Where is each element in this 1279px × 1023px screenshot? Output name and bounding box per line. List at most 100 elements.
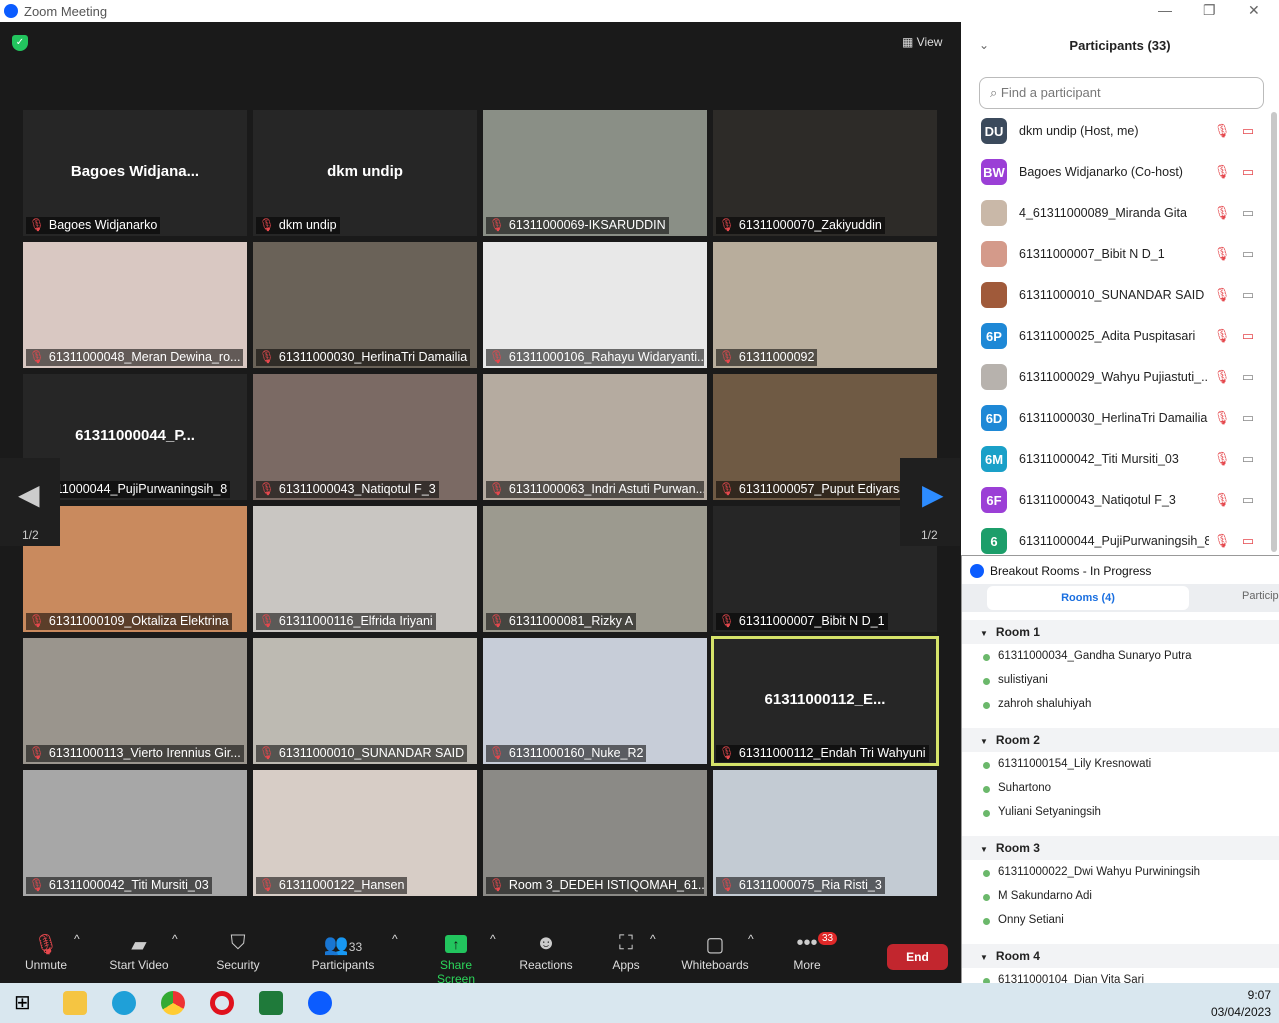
video-off-icon[interactable]: ▭ — [1235, 328, 1261, 344]
breakout-room-header[interactable]: ▼ Room 3 — [962, 836, 1279, 860]
mic-muted-icon[interactable]: 🎙 — [1209, 328, 1235, 344]
participant-row[interactable]: BW Bagoes Widjanarko (Co-host) 🎙 ▭ — [981, 157, 1261, 187]
video-tile[interactable]: 🎙 61311000063_Indri Astuti Purwan... — [483, 374, 707, 500]
video-tile[interactable]: 🎙 61311000092 — [713, 242, 937, 368]
participant-row[interactable]: 4_61311000089_Miranda Gita 🎙 ▭ — [981, 198, 1261, 228]
audio-options-caret[interactable]: ^ — [74, 932, 80, 946]
participant-name: 61311000007_Bibit N D_1 — [1019, 247, 1165, 261]
previous-page-button[interactable]: ◀ 1/2 — [0, 458, 60, 546]
share-options-caret[interactable]: ^ — [490, 932, 496, 946]
grid-icon: ▦ — [902, 35, 917, 49]
next-page-button[interactable]: ▶ 1/2 — [900, 458, 960, 546]
video-tile[interactable]: 🎙 Room 3_DEDEH ISTIQOMAH_61... — [483, 770, 707, 896]
excel-icon[interactable] — [259, 991, 283, 1015]
whiteboards-options-caret[interactable]: ^ — [748, 932, 754, 946]
video-icon[interactable]: ▭ — [1235, 205, 1261, 221]
video-tile[interactable]: 🎙 61311000010_SUNANDAR SAID — [253, 638, 477, 764]
participant-search-input[interactable]: ⌕ Find a participant — [979, 77, 1264, 109]
video-tile[interactable]: 🎙 61311000113_Vierto Irennius Gir... — [23, 638, 247, 764]
video-tile[interactable]: 🎙 61311000081_Rizky A — [483, 506, 707, 632]
mic-muted-icon[interactable]: 🎙 — [1209, 246, 1235, 262]
participant-name: 61311000010_SUNANDAR SAID — [1019, 288, 1205, 302]
whiteboards-button[interactable]: ▢ Whiteboards — [680, 932, 750, 972]
video-tile[interactable]: 🎙 61311000048_Meran Dewina_ro... — [23, 242, 247, 368]
video-tile[interactable]: 🎙 61311000069-IKSARUDDIN — [483, 110, 707, 236]
participants-options-caret[interactable]: ^ — [392, 932, 398, 946]
participant-row[interactable]: 61311000007_Bibit N D_1 🎙 ▭ — [981, 239, 1261, 269]
participant-row[interactable]: DU dkm undip (Host, me) 🎙 ▭ — [981, 116, 1261, 146]
video-options-caret[interactable]: ^ — [172, 932, 178, 946]
participant-row[interactable]: 61311000010_SUNANDAR SAID 🎙 ▭ — [981, 280, 1261, 310]
participants-title: Participants (33) — [1069, 38, 1171, 53]
windows-start-icon[interactable]: ⊞ — [14, 991, 38, 1015]
participant-row[interactable]: 6 61311000044_PujiPurwaningsih_8 🎙 ▭ — [981, 526, 1261, 556]
video-tile[interactable]: 🎙 61311000106_Rahayu Widaryanti... — [483, 242, 707, 368]
video-tile[interactable]: dkm undip 🎙 dkm undip — [253, 110, 477, 236]
unmute-button[interactable]: 🎙 Unmute — [22, 932, 70, 972]
security-button[interactable]: ⛉ Security — [213, 932, 263, 972]
video-tile[interactable]: 🎙 61311000070_Zakiyuddin — [713, 110, 937, 236]
mic-muted-icon[interactable]: 🎙 — [1209, 533, 1235, 549]
chrome-icon[interactable] — [161, 991, 185, 1015]
video-icon[interactable]: ▭ — [1235, 410, 1261, 426]
mic-muted-icon[interactable]: 🎙 — [1209, 492, 1235, 508]
video-off-icon[interactable]: ▭ — [1235, 123, 1261, 139]
video-tile[interactable]: 🎙 61311000042_Titi Mursiti_03 — [23, 770, 247, 896]
participant-row[interactable]: 6D 61311000030_HerlinaTri Damailia 🎙 ▭ — [981, 403, 1261, 433]
share-screen-button[interactable]: ↑ Share Screen — [420, 932, 492, 986]
video-tile[interactable]: 🎙 61311000160_Nuke_R2 — [483, 638, 707, 764]
restore-icon[interactable]: ❐ — [1203, 2, 1216, 19]
edge-icon[interactable] — [112, 991, 136, 1015]
video-off-icon[interactable]: ▭ — [1235, 164, 1261, 180]
mic-muted-icon[interactable]: 🎙 — [1209, 123, 1235, 139]
participants-scrollbar[interactable] — [1271, 112, 1277, 552]
breakout-room-header[interactable]: ▼ Room 4 — [962, 944, 1279, 968]
start-video-button[interactable]: ▰ Start Video — [106, 932, 172, 972]
video-off-icon[interactable]: ▭ — [1235, 533, 1261, 549]
participant-row[interactable]: 61311000029_Wahyu Pujiastuti_... 🎙 ▭ — [981, 362, 1261, 392]
video-tile[interactable]: 61311000112_E... 🎙 61311000112_Endah Tri W… — [711, 636, 939, 766]
participant-row[interactable]: 6M 61311000042_Titi Mursiti_03 🎙 ▭ — [981, 444, 1261, 474]
zoom-taskbar-icon[interactable] — [308, 991, 332, 1015]
tile-name-label: 🎙 61311000092 — [716, 349, 818, 366]
video-icon[interactable]: ▭ — [1235, 369, 1261, 385]
participant-name: 61311000043_Natiqotul F_3 — [278, 482, 436, 496]
mic-muted-icon[interactable]: 🎙 — [1209, 287, 1235, 303]
video-tile[interactable]: Bagoes Widjana... 🎙 Bagoes Widjanarko — [23, 110, 247, 236]
video-tile[interactable]: 🎙 61311000030_HerlinaTri Damailia — [253, 242, 477, 368]
mic-muted-icon[interactable]: 🎙 — [1209, 205, 1235, 221]
breakout-room-header[interactable]: ▼ Room 2 — [962, 728, 1279, 752]
tab-rooms[interactable]: Rooms (4) — [987, 586, 1189, 610]
end-meeting-button[interactable]: End — [887, 944, 948, 970]
video-tile[interactable]: 🎙 61311000043_Natiqotul F_3 — [253, 374, 477, 500]
file-explorer-icon[interactable] — [63, 991, 87, 1015]
participant-row[interactable]: 6P 61311000025_Adita Puspitasari 🎙 ▭ — [981, 321, 1261, 351]
view-button[interactable]: ▦ View — [902, 35, 942, 49]
tile-name-label: 🎙 61311000043_Natiqotul F_3 — [256, 481, 439, 498]
encryption-shield-icon[interactable]: ✓ — [12, 35, 28, 51]
mic-muted-icon[interactable]: 🎙 — [1209, 164, 1235, 180]
avatar — [981, 200, 1007, 226]
tab-participants[interactable]: Particip — [1242, 590, 1279, 602]
apps-button[interactable]: ⛶ Apps — [610, 932, 642, 972]
video-icon[interactable]: ▭ — [1235, 492, 1261, 508]
reactions-button[interactable]: ☻ Reactions — [518, 932, 574, 972]
opera-icon[interactable] — [210, 991, 234, 1015]
video-tile[interactable]: 🎙 61311000116_Elfrida Iriyani — [253, 506, 477, 632]
participants-button[interactable]: 👥33 Participants — [310, 932, 376, 972]
tile-name-label: 🎙 61311000075_Ria Risti_3 — [716, 877, 885, 894]
mic-muted-icon[interactable]: 🎙 — [1209, 369, 1235, 385]
video-icon[interactable]: ▭ — [1235, 246, 1261, 262]
minimize-icon[interactable]: — — [1158, 2, 1172, 18]
system-clock[interactable]: 9:07 03/04/2023 — [1211, 987, 1271, 1021]
video-tile[interactable]: 🎙 61311000075_Ria Risti_3 — [713, 770, 937, 896]
apps-options-caret[interactable]: ^ — [650, 932, 656, 946]
video-tile[interactable]: 🎙 61311000122_Hansen — [253, 770, 477, 896]
close-icon[interactable]: ✕ — [1248, 2, 1260, 19]
video-icon[interactable]: ▭ — [1235, 287, 1261, 303]
breakout-room-header[interactable]: ▼ Room 1 — [962, 620, 1279, 644]
mic-muted-icon[interactable]: 🎙 — [1209, 451, 1235, 467]
video-icon[interactable]: ▭ — [1235, 451, 1261, 467]
participant-row[interactable]: 6F 61311000043_Natiqotul F_3 🎙 ▭ — [981, 485, 1261, 515]
mic-muted-icon[interactable]: 🎙 — [1209, 410, 1235, 426]
